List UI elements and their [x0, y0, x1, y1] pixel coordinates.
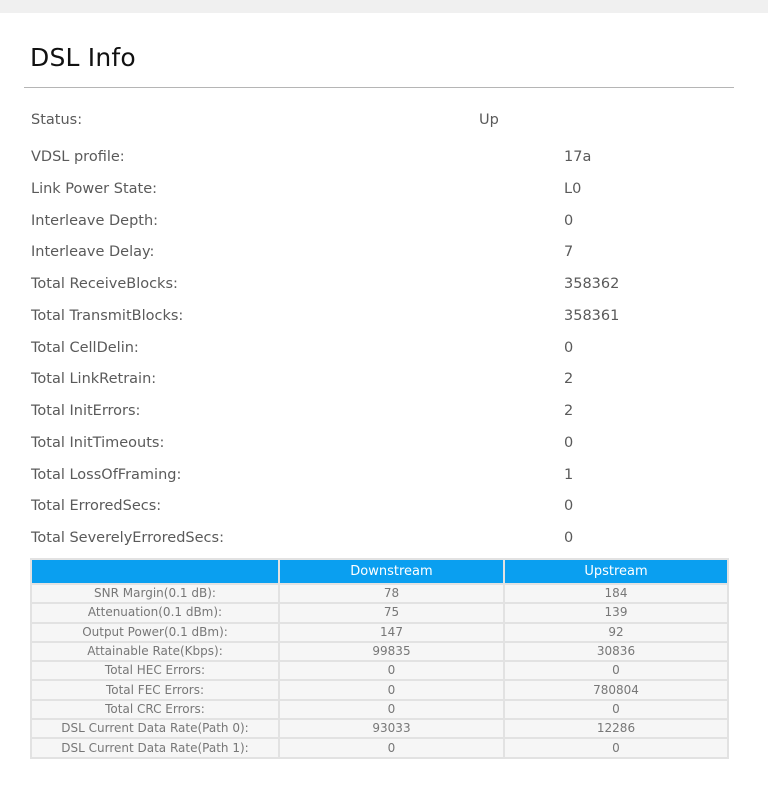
- line-stats-table: Downstream Upstream SNR Margin(0.1 dB): …: [30, 558, 729, 759]
- info-label: VDSL profile:: [31, 149, 125, 165]
- downstream-value: 0: [280, 739, 503, 757]
- info-label: Total LinkRetrain:: [31, 371, 157, 387]
- row-label: Total CRC Errors:: [32, 700, 278, 719]
- info-label: Total TransmitBlocks:: [31, 308, 184, 324]
- info-label: Total LossOfFraming:: [31, 467, 182, 483]
- info-label: Total CellDelin:: [31, 340, 139, 356]
- info-row-vdsl-profile: VDSL profile: 17a: [31, 149, 731, 173]
- upstream-value: 12286: [505, 720, 727, 738]
- info-value: 2: [564, 371, 574, 387]
- info-row-total-receive-blocks: Total ReceiveBlocks: 358362: [31, 276, 731, 300]
- info-row-total-transmit-blocks: Total TransmitBlocks: 358361: [31, 308, 731, 332]
- table-row: Total HEC Errors: 0 0: [32, 662, 727, 680]
- info-row-total-init-timeouts: Total InitTimeouts: 0: [31, 435, 731, 459]
- table-row: Attenuation(0.1 dBm): 75 139: [32, 604, 727, 622]
- table-row: DSL Current Data Rate(Path 0): 93033 122…: [32, 720, 727, 738]
- table-row: Output Power(0.1 dBm): 147 92: [32, 623, 727, 641]
- info-value: 0: [564, 213, 574, 229]
- info-value: 2: [564, 403, 574, 419]
- row-label: Attainable Rate(Kbps):: [32, 642, 278, 661]
- table-header-row: Downstream Upstream: [32, 560, 727, 583]
- upstream-value: 139: [505, 604, 727, 622]
- table-row: Total FEC Errors: 0 780804: [32, 681, 727, 699]
- dsl-info-panel: DSL Info Status: Up VDSL profile: 17a Li…: [0, 13, 768, 800]
- info-label: Status:: [31, 112, 83, 128]
- top-strip: [0, 0, 768, 13]
- info-label: Total SeverelyErroredSecs:: [31, 530, 224, 546]
- header-downstream: Downstream: [280, 560, 503, 583]
- upstream-value: 0: [505, 662, 727, 680]
- upstream-value: 30836: [505, 642, 727, 661]
- row-label: Attenuation(0.1 dBm):: [32, 604, 278, 622]
- downstream-value: 75: [280, 604, 503, 622]
- info-value: 0: [564, 530, 574, 546]
- info-label: Total InitErrors:: [31, 403, 141, 419]
- upstream-value: 0: [505, 700, 727, 719]
- row-label: Total FEC Errors:: [32, 681, 278, 699]
- info-label: Total ReceiveBlocks:: [31, 276, 178, 292]
- downstream-value: 0: [280, 700, 503, 719]
- upstream-value: 0: [505, 739, 727, 757]
- downstream-value: 0: [280, 662, 503, 680]
- info-label: Total InitTimeouts:: [31, 435, 165, 451]
- downstream-value: 0: [280, 681, 503, 699]
- info-value: Up: [479, 112, 499, 128]
- downstream-value: 147: [280, 623, 503, 641]
- info-row-interleave-depth: Interleave Depth: 0: [31, 213, 731, 237]
- info-row-total-errored-secs: Total ErroredSecs: 0: [31, 498, 731, 522]
- table-row: Total CRC Errors: 0 0: [32, 700, 727, 719]
- upstream-value: 92: [505, 623, 727, 641]
- info-row-total-link-retrain: Total LinkRetrain: 2: [31, 371, 731, 395]
- row-label: Output Power(0.1 dBm):: [32, 623, 278, 641]
- row-label: DSL Current Data Rate(Path 1):: [32, 739, 278, 757]
- info-row-link-power-state: Link Power State: L0: [31, 181, 731, 205]
- info-row-total-loss-of-framing: Total LossOfFraming: 1: [31, 467, 731, 491]
- info-value: 358361: [564, 308, 620, 324]
- info-value: 0: [564, 340, 574, 356]
- info-value: 7: [564, 244, 574, 260]
- downstream-value: 78: [280, 585, 503, 603]
- page-title: DSL Info: [30, 43, 136, 72]
- info-value: 358362: [564, 276, 620, 292]
- header-upstream: Upstream: [505, 560, 727, 583]
- table-row: DSL Current Data Rate(Path 1): 0 0: [32, 739, 727, 757]
- downstream-value: 99835: [280, 642, 503, 661]
- downstream-value: 93033: [280, 720, 503, 738]
- title-divider: [24, 87, 734, 88]
- header-blank: [32, 560, 278, 583]
- info-row-total-init-errors: Total InitErrors: 2: [31, 403, 731, 427]
- info-value: 17a: [564, 149, 592, 165]
- info-row-total-cell-delin: Total CellDelin: 0: [31, 340, 731, 364]
- table-row: Attainable Rate(Kbps): 99835 30836: [32, 642, 727, 661]
- upstream-value: 184: [505, 585, 727, 603]
- info-row-interleave-delay: Interleave Delay: 7: [31, 244, 731, 268]
- table-row: SNR Margin(0.1 dB): 78 184: [32, 585, 727, 603]
- upstream-value: 780804: [505, 681, 727, 699]
- info-label: Interleave Depth:: [31, 213, 159, 229]
- info-label: Total ErroredSecs:: [31, 498, 162, 514]
- row-label: DSL Current Data Rate(Path 0):: [32, 720, 278, 738]
- info-value: 0: [564, 498, 574, 514]
- info-row-status: Status: Up: [31, 112, 731, 136]
- info-value: 1: [564, 467, 574, 483]
- info-value: 0: [564, 435, 574, 451]
- info-label: Interleave Delay:: [31, 244, 155, 260]
- row-label: Total HEC Errors:: [32, 662, 278, 680]
- info-label: Link Power State:: [31, 181, 158, 197]
- info-value: L0: [564, 181, 582, 197]
- info-row-total-severely-errored-secs: Total SeverelyErroredSecs: 0: [31, 530, 731, 554]
- row-label: SNR Margin(0.1 dB):: [32, 585, 278, 603]
